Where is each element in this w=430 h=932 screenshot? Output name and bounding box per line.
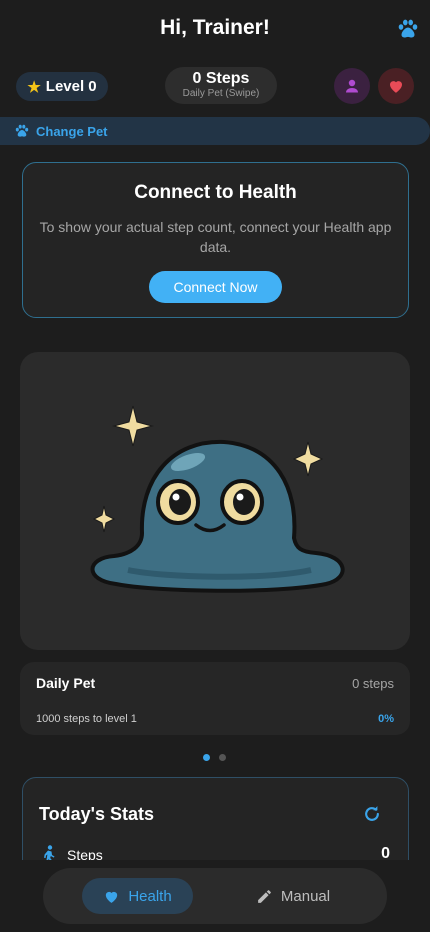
paw-icon[interactable] [396,17,420,41]
change-pet-label: Change Pet [36,123,108,139]
steps-pill[interactable]: 0 Steps Daily Pet (Swipe) [165,67,277,104]
profile-button[interactable] [334,68,370,104]
star-icon: ★ [27,78,41,96]
change-pet-button[interactable]: Change Pet [0,117,430,145]
level-label: Level 0 [45,78,97,95]
heart-icon [106,891,118,903]
slime-pet-image[interactable] [76,398,354,608]
connect-health-card: Connect to Health To show your actual st… [22,162,409,318]
nav-manual-label: Manual [280,887,331,905]
heart-icon [390,81,402,93]
carousel-dot-active[interactable] [203,754,210,761]
refresh-icon[interactable] [362,804,382,829]
pencil-icon [258,889,271,903]
pet-steps: 0 steps [352,676,394,691]
paw-icon [15,124,29,137]
carousel-dot[interactable] [219,754,226,761]
nav-manual-tab[interactable]: Manual [248,878,338,914]
steps-count: 0 Steps [192,70,250,87]
level-badge[interactable]: ★ Level 0 [16,72,108,101]
nav-health-label: Health [128,887,172,905]
stats-title: Today's Stats [39,804,154,824]
pet-name: Daily Pet [36,675,96,691]
person-icon [346,79,358,93]
steps-subtitle: Daily Pet (Swipe) [182,88,260,99]
level-progress-percent: 0% [378,713,394,725]
connect-description: To show your actual step count, connect … [39,219,392,255]
nav-health-tab[interactable]: Health [82,878,193,914]
level-progress-text: 1000 steps to level 1 [36,713,137,725]
page-title: Hi, Trainer! [160,16,270,39]
favorite-button[interactable] [378,68,414,104]
connect-now-button[interactable]: Connect Now [149,271,282,303]
daily-pet-card: Daily Pet 0 steps 1000 steps to level 1 … [20,662,410,735]
connect-title: Connect to Health [134,182,297,203]
